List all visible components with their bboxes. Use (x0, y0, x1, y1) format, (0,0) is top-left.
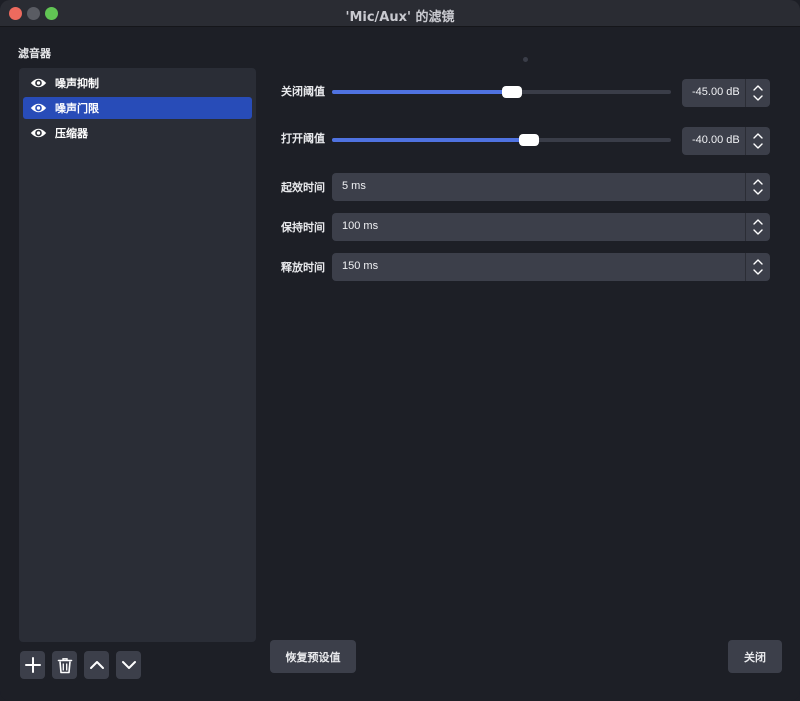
restore-defaults-button[interactable]: 恢复预设值 (270, 640, 356, 673)
splitter-handle[interactable] (523, 57, 528, 62)
spin-arrows[interactable] (745, 213, 770, 241)
chevron-up-icon (89, 661, 104, 669)
title-bar[interactable]: 'Mic/Aux' 的滤镜 (0, 0, 800, 27)
open-threshold-slider[interactable] (332, 129, 671, 151)
filter-item-label: 噪声抑制 (55, 77, 99, 90)
open-threshold-spinbox[interactable]: -40.00 dB (682, 127, 770, 155)
chevron-up-icon[interactable] (753, 259, 763, 265)
close-button[interactable]: 关闭 (728, 640, 782, 673)
slider-fill (332, 90, 512, 94)
filter-item-label: 压缩器 (55, 127, 88, 140)
filter-item-label: 噪声门限 (55, 102, 99, 115)
chevron-down-icon[interactable] (753, 269, 763, 275)
chevron-down-icon[interactable] (753, 95, 763, 101)
spin-arrows[interactable] (745, 253, 770, 281)
move-filter-up-button[interactable] (84, 651, 109, 679)
trash-icon (57, 657, 72, 673)
filters-window: 'Mic/Aux' 的滤镜 滤音器 噪声抑制 噪声门限 压缩器 关闭阈值 -45… (0, 0, 800, 701)
close-threshold-label: 关闭阈值 (281, 85, 325, 98)
release-time-value: 150 ms (342, 260, 379, 272)
chevron-up-icon[interactable] (753, 179, 763, 185)
plus-icon (24, 657, 41, 673)
chevron-down-icon[interactable] (753, 143, 763, 149)
spin-arrows[interactable] (745, 127, 770, 155)
chevron-up-icon[interactable] (753, 133, 763, 139)
eye-icon[interactable] (30, 127, 47, 139)
chevron-down-icon[interactable] (753, 229, 763, 235)
hold-time-label: 保持时间 (281, 221, 325, 234)
window-title: 'Mic/Aux' 的滤镜 (345, 10, 455, 25)
close-threshold-slider[interactable] (332, 81, 671, 103)
attack-time-spinbox[interactable]: 5 ms (332, 173, 770, 201)
slider-thumb[interactable] (519, 134, 539, 146)
open-threshold-label: 打开阈值 (281, 132, 325, 145)
slider-fill (332, 138, 529, 142)
chevron-down-icon (121, 661, 136, 669)
spin-arrows[interactable] (745, 79, 770, 107)
chevron-down-icon[interactable] (753, 189, 763, 195)
chevron-up-icon[interactable] (753, 85, 763, 91)
filter-item-compressor[interactable]: 压缩器 (23, 122, 252, 144)
release-time-spinbox[interactable]: 150 ms (332, 253, 770, 281)
close-threshold-spinbox[interactable]: -45.00 dB (682, 79, 770, 107)
attack-time-label: 起效时间 (281, 181, 325, 194)
attack-time-value: 5 ms (342, 180, 366, 192)
remove-filter-button[interactable] (52, 651, 77, 679)
chevron-up-icon[interactable] (753, 219, 763, 225)
move-filter-down-button[interactable] (116, 651, 141, 679)
hold-time-value: 100 ms (342, 220, 379, 232)
hold-time-spinbox[interactable]: 100 ms (332, 213, 770, 241)
add-filter-button[interactable] (20, 651, 45, 679)
close-threshold-value: -45.00 dB (692, 86, 740, 98)
filter-item-noise-suppression[interactable]: 噪声抑制 (23, 72, 252, 94)
slider-thumb[interactable] (502, 86, 522, 98)
open-threshold-value: -40.00 dB (692, 134, 740, 146)
release-time-label: 释放时间 (281, 261, 325, 274)
filter-list[interactable]: 噪声抑制 噪声门限 压缩器 (19, 68, 256, 642)
spin-arrows[interactable] (745, 173, 770, 201)
filters-section-label: 滤音器 (18, 47, 51, 60)
eye-icon[interactable] (30, 102, 47, 114)
filter-item-noise-gate[interactable]: 噪声门限 (23, 97, 252, 119)
eye-icon[interactable] (30, 77, 47, 89)
